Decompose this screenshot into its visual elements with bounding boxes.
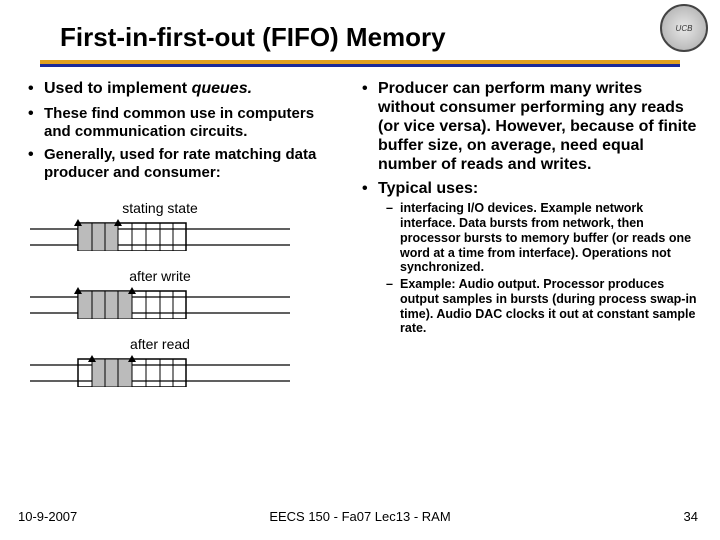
seal-text: UCB: [676, 24, 693, 33]
slide-title: First-in-first-out (FIFO) Memory: [60, 22, 446, 53]
left-column: Used to implement queues. These find com…: [22, 78, 352, 392]
fifo-diagrams: stating state after write: [30, 200, 342, 392]
right-bullet-0: Producer can perform many writes without…: [356, 80, 702, 174]
fifo-diagram-2: [30, 355, 290, 387]
diag-label-0: stating state: [30, 200, 290, 216]
left-bullet-2-text: Generally, used for rate matching data p…: [44, 146, 316, 181]
slide-body: Used to implement queues. These find com…: [22, 78, 702, 392]
right-sub-bullets: interfacing I/O devices. Example network…: [378, 201, 702, 336]
right-sub-1: Example: Audio output. Processor produce…: [378, 277, 702, 336]
fifo-diagram-0: [30, 219, 290, 251]
right-bullet-1-text: Typical uses:: [378, 180, 478, 197]
right-bullet-1: Typical uses: interfacing I/O devices. E…: [356, 180, 702, 336]
left-bullet-1-text: These find common use in computers and c…: [44, 105, 314, 140]
left-bullets: Used to implement queues. These find com…: [22, 80, 342, 182]
right-sub-1-text: Example: Audio output. Processor produce…: [400, 277, 697, 335]
diag-label-2: after read: [30, 336, 290, 352]
university-seal-icon: UCB: [660, 4, 708, 52]
left-bullet-2: Generally, used for rate matching data p…: [22, 146, 342, 181]
right-bullet-0-text: Producer can perform many writes without…: [378, 80, 696, 173]
left-bullet-0: Used to implement queues.: [22, 80, 342, 99]
footer-course: EECS 150 - Fa07 Lec13 - RAM: [0, 509, 720, 524]
fifo-diagram-1: [30, 287, 290, 319]
right-bullets: Producer can perform many writes without…: [356, 80, 702, 336]
left-bullet-0-italic: queues.: [192, 80, 252, 97]
right-column: Producer can perform many writes without…: [352, 78, 702, 392]
slide: UCB First-in-first-out (FIFO) Memory Use…: [0, 0, 720, 540]
diag-label-1: after write: [30, 268, 290, 284]
left-bullet-1: These find common use in computers and c…: [22, 105, 342, 140]
left-bullet-0-text: Used to implement: [44, 80, 192, 97]
right-sub-0-text: interfacing I/O devices. Example network…: [400, 201, 691, 274]
footer-page-number: 34: [684, 509, 698, 524]
title-underline: [40, 60, 680, 64]
right-sub-0: interfacing I/O devices. Example network…: [378, 201, 702, 275]
